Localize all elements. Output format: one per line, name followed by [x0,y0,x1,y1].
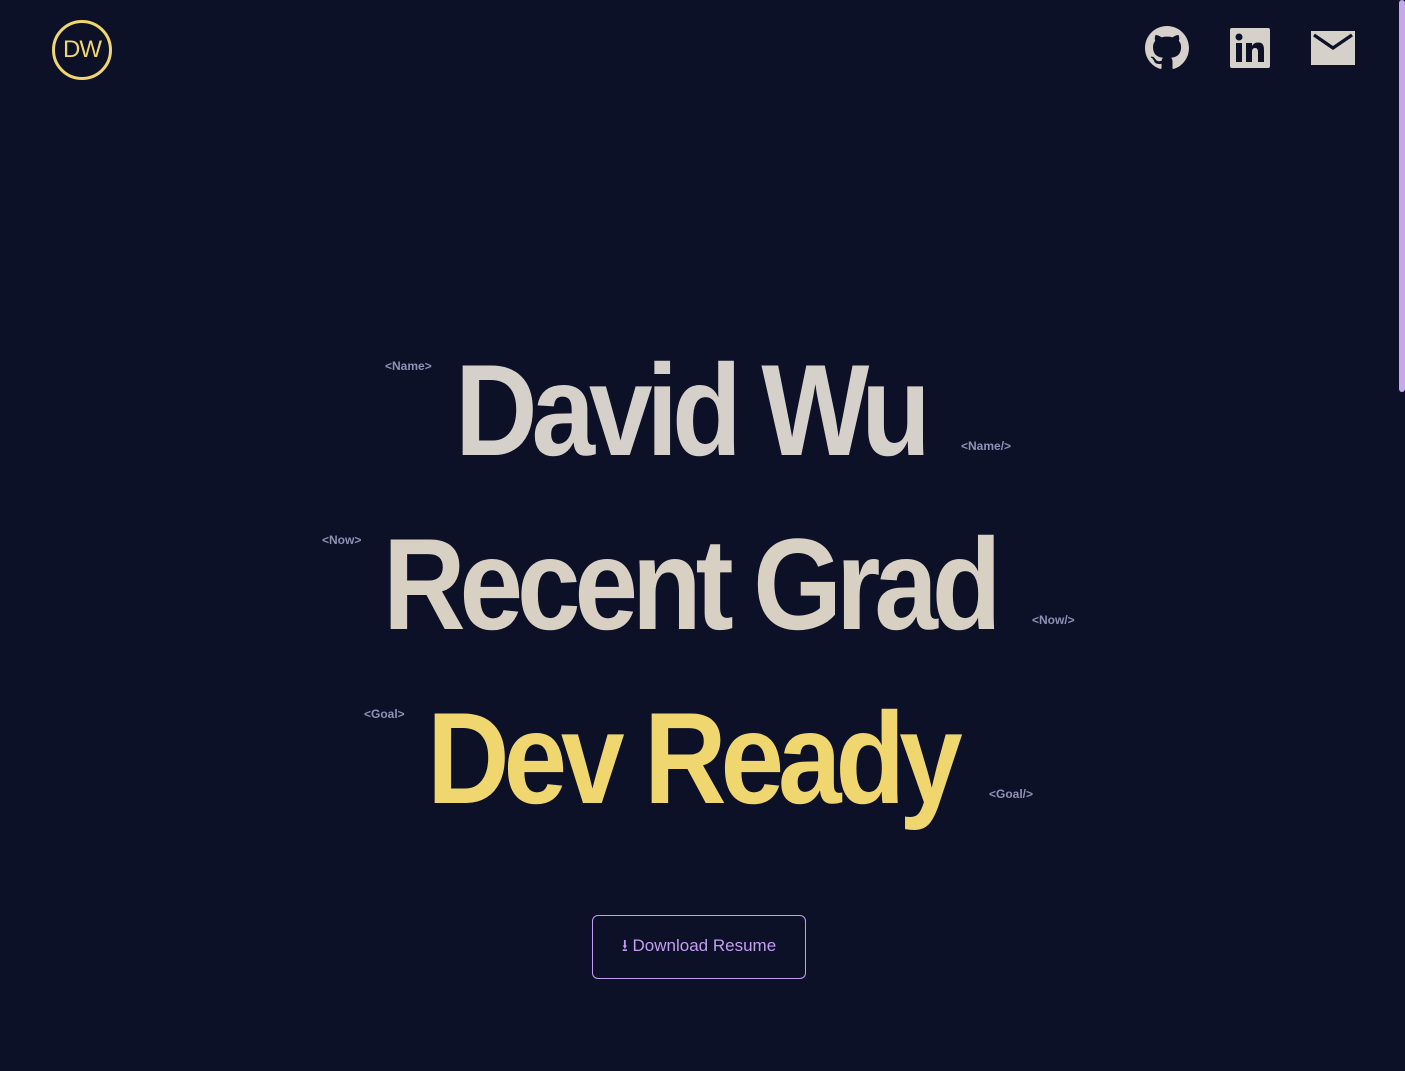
goal-open-tag: <Goal> [364,707,405,721]
mail-link[interactable] [1311,26,1355,70]
hero-goal: Dev Ready [427,685,963,831]
goal-close-tag: <Goal/> [989,787,1034,801]
scrollbar-thumb[interactable] [1399,0,1405,392]
github-icon [1145,26,1189,70]
hero-name: David Wu [455,337,931,483]
page: DW <Name> David Wu <Name/> <Now> Recent … [0,0,1405,1071]
download-resume-label: ⭳ Download Resume [621,935,777,955]
linkedin-icon [1230,28,1270,68]
mail-icon [1311,31,1355,65]
now-close-tag: <Now/> [1032,613,1075,627]
linkedin-link[interactable] [1229,26,1271,70]
now-open-tag: <Now> [322,533,362,547]
hero-now: Recent Grad [383,511,1002,657]
name-open-tag: <Name> [385,359,432,373]
logo-dw[interactable]: DW [52,20,112,80]
download-resume-button[interactable]: ⭳ Download Resume [592,915,806,979]
github-link[interactable] [1144,26,1190,70]
name-close-tag: <Name/> [961,439,1012,453]
logo-text: DW [63,36,102,63]
